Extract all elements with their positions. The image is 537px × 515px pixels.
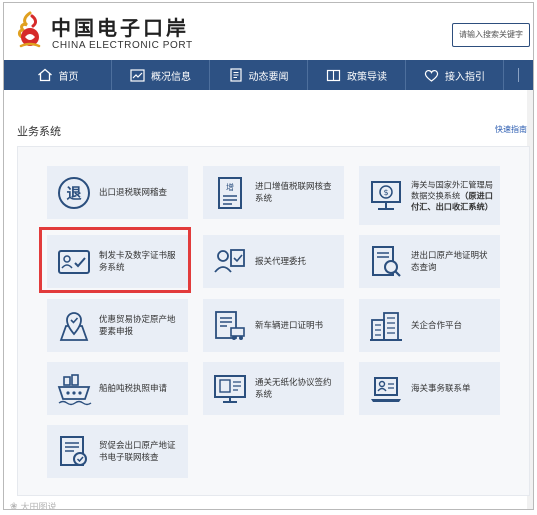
watermark-text: 大田图说 xyxy=(20,503,57,510)
tile-label: 海关事务联系单 xyxy=(411,383,471,394)
tile-label: 进口增值税联网核查系统 xyxy=(255,181,332,204)
nav-label: 首页 xyxy=(58,71,79,83)
watermark: ❀ 大田图说 xyxy=(10,500,57,510)
tile-label: 制发卡及数字证书服务系统 xyxy=(99,250,176,273)
nav-label: 动态要闻 xyxy=(248,71,289,83)
vat-document-icon: 增 xyxy=(218,177,242,209)
tile-ccpit-origin-check[interactable]: 贸促会出口原产地证书电子联网核查 xyxy=(47,425,188,478)
paperless-monitor-icon xyxy=(214,375,246,403)
tile-paperless-agreement[interactable]: 通关无纸化协议签约系统 xyxy=(203,362,344,415)
chart-icon xyxy=(130,68,145,82)
tile-customs-forex-exchange[interactable]: $ 海关与国家外汇管理局数据交换系统（原进口付汇、出口收汇系统） xyxy=(359,166,500,225)
home-icon xyxy=(37,68,52,82)
tile-export-tax-refund[interactable]: 退 出口退税联网稽查 xyxy=(47,166,188,219)
business-system-panel: 退 出口退税联网稽查 增 进口增值税联网核查系统 $ 海关与国家外汇管理局数据交… xyxy=(17,146,530,496)
tile-label: 贸促会出口原产地证书电子联网核查 xyxy=(99,440,176,463)
nav-item-access-guide[interactable]: 接入指引 xyxy=(406,60,504,90)
section-title: 业务系统 xyxy=(17,125,61,138)
book-icon xyxy=(326,69,341,81)
tile-label: 关企合作平台 xyxy=(411,320,463,331)
nav-item-home[interactable]: 首页 xyxy=(4,60,112,90)
tile-label: 出口退税联网稽查 xyxy=(99,187,168,198)
watermark-logo-icon: ❀ xyxy=(10,501,18,510)
agent-delegate-icon xyxy=(214,249,245,273)
search-input[interactable]: 请输入搜索关键字 xyxy=(452,23,530,47)
nav-label: 概况信息 xyxy=(151,71,191,83)
tile-import-vat-check[interactable]: 增 进口增值税联网核查系统 xyxy=(203,166,344,219)
vehicle-certificate-icon xyxy=(215,311,245,340)
id-card-icon xyxy=(58,250,90,274)
tile-card-digital-cert[interactable]: 制发卡及数字证书服务系统 xyxy=(47,235,188,288)
svg-text:$: $ xyxy=(383,188,388,197)
tile-label: 进出口原产地证明状态查询 xyxy=(411,250,488,273)
nav-item-more[interactable] xyxy=(504,60,533,90)
certificate-check-icon xyxy=(60,436,87,466)
quick-guide-link[interactable]: 快速指南 xyxy=(495,124,527,135)
tile-ship-tonnage-tax[interactable]: 船舶吨税执照申请 xyxy=(47,362,188,415)
news-icon xyxy=(229,68,242,82)
nav-divider xyxy=(518,68,519,82)
browser-frame: 中国电子口岸 CHINA ELECTRONIC PORT 请输入搜索关键字 首页… xyxy=(3,2,534,510)
tile-origin-status-query[interactable]: 进出口原产地证明状态查询 xyxy=(359,235,500,288)
tax-refund-icon: 退 xyxy=(58,177,90,209)
nav-item-policy[interactable]: 政策导读 xyxy=(308,60,406,90)
laptop-contact-icon xyxy=(371,377,401,402)
tile-label: 新车辆进口证明书 xyxy=(255,320,324,331)
building-icon xyxy=(370,312,402,341)
nav-label: 接入指引 xyxy=(445,71,485,83)
heart-icon xyxy=(424,69,439,82)
tile-label: 优惠贸易协定原产地要素申报 xyxy=(99,314,176,337)
tile-label: 报关代理委托 xyxy=(255,256,307,267)
nav-item-news[interactable]: 动态要闻 xyxy=(210,60,308,90)
tile-new-vehicle-cert[interactable]: 新车辆进口证明书 xyxy=(203,299,344,352)
logo-title-cn: 中国电子口岸 xyxy=(51,16,189,40)
site-header: 中国电子口岸 CHINA ELECTRONIC PORT 请输入搜索关键字 xyxy=(4,3,533,61)
tile-label: 海关与国家外汇管理局数据交换系统（原进口付汇、出口收汇系统） xyxy=(411,179,495,212)
china-e-port-logo[interactable] xyxy=(15,11,45,51)
svg-text:增: 增 xyxy=(226,182,234,192)
svg-text:退: 退 xyxy=(66,185,81,203)
tile-customs-contact-sheet[interactable]: 海关事务联系单 xyxy=(359,362,500,415)
main-nav: 首页 概况信息 动态要闻 政策导读 接入指引 xyxy=(4,60,533,90)
logo-title-en: CHINA ELECTRONIC PORT xyxy=(52,40,193,51)
tile-customs-enterprise-platform[interactable]: 关企合作平台 xyxy=(359,299,500,352)
nav-item-overview[interactable]: 概况信息 xyxy=(112,60,210,90)
exchange-monitor-icon: $ xyxy=(371,181,401,210)
map-pin-icon xyxy=(59,312,89,341)
tile-customs-agency[interactable]: 报关代理委托 xyxy=(203,235,344,288)
tile-label: 通关无纸化协议签约系统 xyxy=(255,377,332,400)
ship-icon xyxy=(57,374,92,406)
tile-label: 船舶吨税执照申请 xyxy=(99,383,168,394)
nav-label: 政策导读 xyxy=(347,71,387,83)
origin-search-icon xyxy=(372,246,401,277)
tile-preferential-trade-origin[interactable]: 优惠贸易协定原产地要素申报 xyxy=(47,299,188,352)
